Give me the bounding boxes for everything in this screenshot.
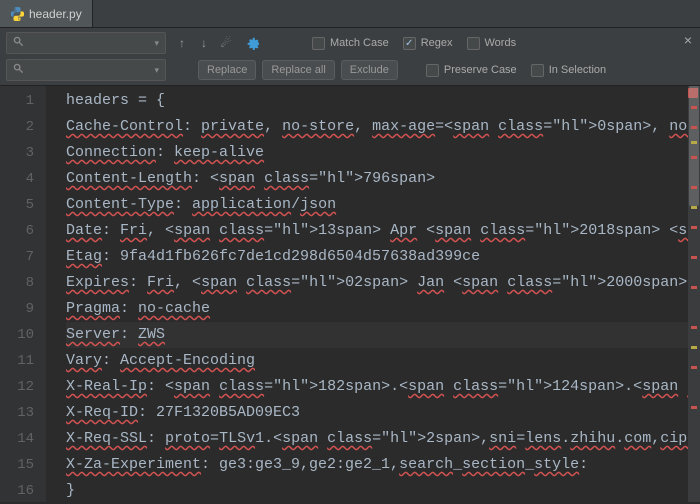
words-checkbox[interactable]: Words (467, 37, 517, 50)
preserve-case-checkbox[interactable]: Preserve Case (426, 64, 517, 77)
code-line: Date: Fri, <span class="hl">13span> Apr … (66, 218, 700, 244)
find-row: ▾ ↑ ↓ ☄ Match Case ✓Regex Words (6, 31, 694, 55)
code-line: Content-Length: <span class="hl">796span… (66, 166, 700, 192)
code-line: headers = { (66, 88, 700, 114)
replace-row: ▾ Replace Replace all Exclude Preserve C… (6, 58, 694, 82)
gear-icon[interactable] (242, 33, 262, 53)
find-replace-panel: × ▾ ↑ ↓ ☄ Match Case ✓Regex Words (0, 28, 700, 86)
code-line: X-Req-SSL: proto=TLSv1.<span class="hl">… (66, 426, 700, 452)
code-line: Pragma: no-cache (66, 296, 700, 322)
line-number-gutter: 12345678910111213141516 (0, 86, 46, 502)
file-tab[interactable]: header.py (0, 0, 93, 27)
exclude-button[interactable]: Exclude (341, 60, 398, 80)
code-line: Etag: 9fa4d1fb626fc7de1cd298d6504d57638a… (66, 244, 700, 270)
chevron-down-icon[interactable]: ▾ (154, 38, 159, 49)
prev-match-icon[interactable]: ↑ (172, 33, 192, 53)
replace-options: Preserve Case In Selection (426, 64, 606, 77)
match-case-checkbox[interactable]: Match Case (312, 37, 389, 50)
code-line: Content-Type: application/json (66, 192, 700, 218)
code-area[interactable]: headers = {Cache-Control: private, no-st… (46, 86, 700, 502)
next-match-icon[interactable]: ↓ (194, 33, 214, 53)
select-all-icon[interactable]: ☄ (216, 33, 236, 53)
replace-all-button[interactable]: Replace all (262, 60, 334, 80)
editor-area: 12345678910111213141516 headers = {Cache… (0, 86, 700, 502)
code-line: Expires: Fri, <span class="hl">02span> J… (66, 270, 700, 296)
code-line: X-Za-Experiment: ge3:ge3_9,ge2:ge2_1,sea… (66, 452, 700, 478)
file-tab-label: header.py (29, 7, 82, 21)
code-line: X-Req-ID: 27F1320B5AD09EC3 (66, 400, 700, 426)
code-line: X-Real-Ip: <span class="hl">182span>.<sp… (66, 374, 700, 400)
replace-input[interactable]: ▾ (6, 59, 166, 81)
find-options: Match Case ✓Regex Words (312, 37, 516, 50)
replace-button[interactable]: Replace (198, 60, 256, 80)
search-input[interactable]: ▾ (6, 32, 166, 54)
python-file-icon (10, 7, 24, 21)
code-line: } (66, 478, 700, 502)
tab-bar: header.py (0, 0, 700, 28)
chevron-down-icon[interactable]: ▾ (154, 65, 159, 76)
code-line: Server: ZWS (66, 322, 700, 348)
editor-scrollbar[interactable] (688, 86, 700, 502)
in-selection-checkbox[interactable]: In Selection (531, 64, 606, 77)
close-icon[interactable]: × (684, 32, 692, 48)
code-line: Connection: keep-alive (66, 140, 700, 166)
search-icon (13, 63, 24, 77)
code-line: Cache-Control: private, no-store, max-ag… (66, 114, 700, 140)
search-icon (13, 36, 24, 50)
regex-checkbox[interactable]: ✓Regex (403, 37, 453, 50)
code-line: Vary: Accept-Encoding (66, 348, 700, 374)
